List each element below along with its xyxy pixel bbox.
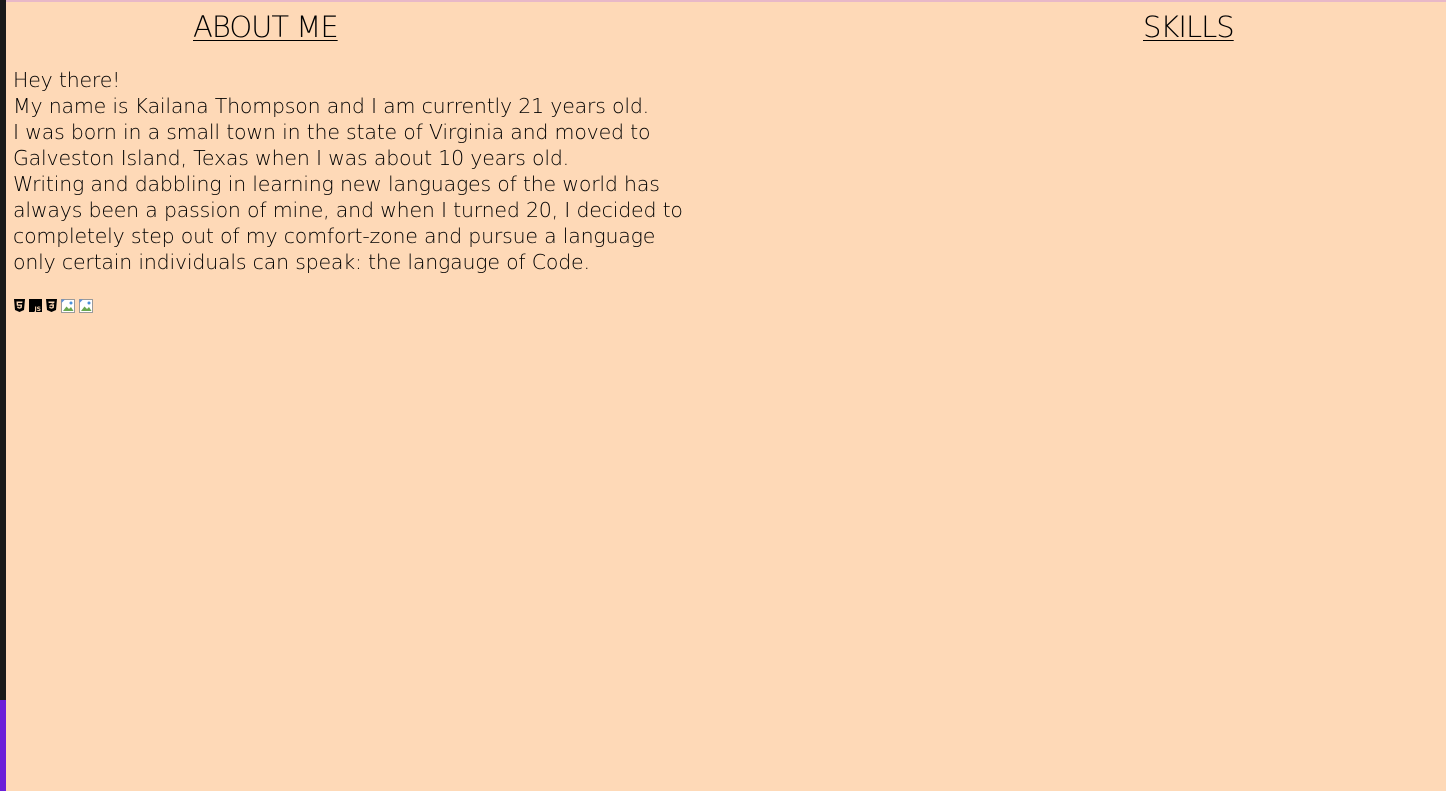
skills-heading: SKILLS	[1143, 10, 1235, 44]
broken-image-icon	[79, 299, 94, 314]
skill-icons: JS	[13, 299, 94, 314]
about-line-greeting: Hey there!	[13, 68, 121, 92]
html5-icon	[13, 299, 26, 312]
about-line-name: My name is Kailana Thompson and I am cur…	[13, 94, 649, 118]
javascript-icon-label: JS	[33, 306, 41, 312]
about-line-passion: Writing and dabbling in learning new lan…	[13, 172, 683, 274]
about-me-heading: ABOUT ME	[193, 10, 339, 44]
about-me-text: Hey there! My name is Kailana Thompson a…	[13, 67, 688, 275]
page: ABOUT ME SKILLS Hey there! My name is Ka…	[6, 0, 1446, 791]
javascript-icon: JS	[29, 299, 42, 312]
broken-image-icon	[61, 299, 76, 314]
about-line-hometown: I was born in a small town in the state …	[13, 120, 651, 170]
css3-icon	[45, 299, 58, 312]
